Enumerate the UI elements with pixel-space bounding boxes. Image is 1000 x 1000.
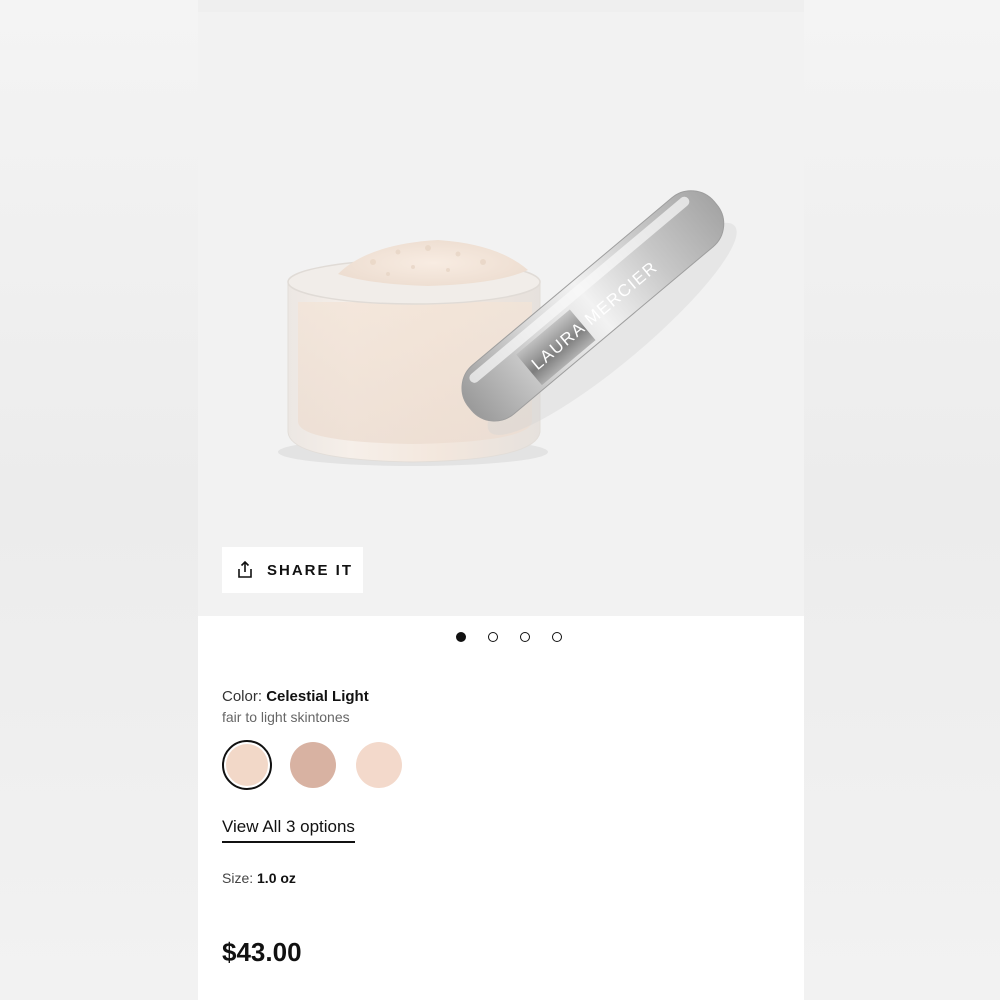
size-info: Size: 1.0 oz (222, 870, 296, 886)
size-label: Size: (222, 870, 254, 886)
color-label: Color: (222, 688, 263, 705)
carousel-dot-1[interactable] (456, 632, 466, 642)
share-icon (238, 560, 252, 578)
background-right (804, 0, 1000, 1000)
product-image-area[interactable]: LAURA MERCIER SHARE IT (198, 12, 804, 616)
color-description: fair to light skintones (222, 709, 350, 725)
swatch-color (226, 744, 268, 786)
color-info: Color: Celestial Light (222, 688, 369, 705)
carousel-dot-2[interactable] (488, 632, 498, 642)
swatch-celestial-light[interactable] (222, 740, 272, 790)
size-value: 1.0 oz (257, 870, 296, 886)
swatch-option-3[interactable] (354, 740, 404, 790)
carousel-dot-4[interactable] (552, 632, 562, 642)
swatch-color (356, 742, 402, 788)
share-button[interactable]: SHARE IT (222, 547, 363, 593)
price: $43.00 (222, 937, 302, 967)
share-label: SHARE IT (267, 561, 354, 579)
view-all-options-link[interactable]: View All 3 options (222, 817, 355, 843)
carousel-indicators (206, 632, 804, 648)
background-left (0, 0, 198, 1000)
shade-swatches (222, 740, 404, 790)
carousel-dot-3[interactable] (520, 632, 530, 642)
product-image: LAURA MERCIER (278, 190, 737, 466)
swatch-option-2[interactable] (288, 740, 338, 790)
product-panel: LAURA MERCIER SHARE IT Color: Celestial … (198, 12, 804, 1000)
swatch-color (290, 742, 336, 788)
color-value: Celestial Light (266, 688, 369, 705)
